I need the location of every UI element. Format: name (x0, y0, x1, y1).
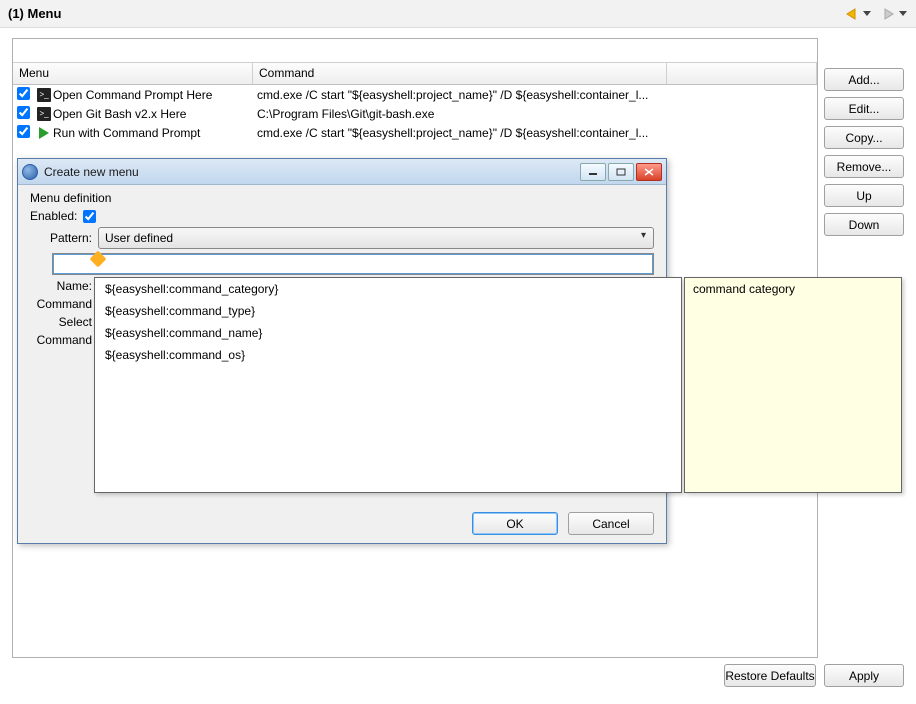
autocomplete-item[interactable]: ${easyshell:command_name} (95, 322, 681, 344)
add-button[interactable]: Add... (824, 68, 904, 91)
row-command-label: cmd.exe /C start "${easyshell:project_na… (257, 126, 817, 140)
table-row[interactable]: Run with Command Prompt cmd.exe /C start… (13, 123, 817, 142)
titlebar: (1) Menu (0, 0, 916, 28)
eclipse-icon (22, 164, 38, 180)
tooltip-text: command category (693, 282, 795, 296)
enabled-label: Enabled: (30, 209, 77, 223)
autocomplete-item[interactable]: ${easyshell:command_category} (95, 278, 681, 300)
enabled-checkbox[interactable] (83, 210, 96, 223)
bottom-bar: Restore Defaults Apply (0, 664, 904, 694)
nav-forward-icon[interactable] (880, 6, 896, 22)
cmd-icon: >_ (35, 88, 53, 102)
row-command-label: cmd.exe /C start "${easyshell:project_na… (257, 88, 817, 102)
down-button[interactable]: Down (824, 213, 904, 236)
autocomplete-popup: ${easyshell:command_category} ${easyshel… (94, 277, 682, 493)
row-menu-label: Open Command Prompt Here (53, 88, 257, 102)
close-icon[interactable] (636, 163, 662, 181)
pattern-select[interactable]: User defined (98, 227, 654, 249)
dialog-section-label: Menu definition (30, 191, 654, 205)
row-checkbox[interactable] (17, 106, 30, 119)
copy-button[interactable]: Copy... (824, 126, 904, 149)
name-label: Name: (30, 279, 92, 293)
dialog-buttons: OK Cancel (472, 512, 654, 535)
row-checkbox[interactable] (17, 125, 30, 138)
pattern-label: Pattern: (30, 231, 92, 245)
nav-back-icon[interactable] (844, 6, 860, 22)
filter-row (13, 39, 817, 63)
up-button[interactable]: Up (824, 184, 904, 207)
page-title: (1) Menu (8, 6, 61, 21)
minimize-icon[interactable] (580, 163, 606, 181)
autocomplete-item[interactable]: ${easyshell:command_type} (95, 300, 681, 322)
th-command[interactable]: Command (253, 63, 667, 84)
ok-button[interactable]: OK (472, 512, 558, 535)
cmd-icon: >_ (35, 107, 53, 121)
command-label: Command (30, 297, 92, 311)
row-menu-label: Open Git Bash v2.x Here (53, 107, 257, 121)
cancel-button[interactable]: Cancel (568, 512, 654, 535)
autocomplete-tooltip: command category (684, 277, 902, 493)
dialog-title: Create new menu (44, 165, 139, 179)
row-checkbox[interactable] (17, 87, 30, 100)
maximize-icon[interactable] (608, 163, 634, 181)
dialog-titlebar[interactable]: Create new menu (18, 159, 666, 185)
nav-controls (844, 6, 908, 22)
row-menu-label: Run with Command Prompt (53, 126, 257, 140)
restore-defaults-button[interactable]: Restore Defaults (724, 664, 816, 687)
remove-button[interactable]: Remove... (824, 155, 904, 178)
select-label: Select (30, 315, 92, 329)
table-row[interactable]: >_ Open Git Bash v2.x Here C:\Program Fi… (13, 104, 817, 123)
pattern-input[interactable] (52, 253, 654, 275)
nav-back-menu-icon[interactable] (862, 7, 872, 21)
row-command-label: C:\Program Files\Git\git-bash.exe (257, 107, 817, 121)
apply-button[interactable]: Apply (824, 664, 904, 687)
run-icon (35, 127, 53, 139)
edit-button[interactable]: Edit... (824, 97, 904, 120)
autocomplete-item[interactable]: ${easyshell:command_os} (95, 344, 681, 366)
th-menu[interactable]: Menu (13, 63, 253, 84)
th-spacer (667, 63, 817, 84)
table-body: >_ Open Command Prompt Here cmd.exe /C s… (13, 85, 817, 142)
table-row[interactable]: >_ Open Command Prompt Here cmd.exe /C s… (13, 85, 817, 104)
command2-label: Command (30, 333, 92, 347)
table-header: Menu Command (13, 63, 817, 85)
nav-forward-menu-icon[interactable] (898, 7, 908, 21)
